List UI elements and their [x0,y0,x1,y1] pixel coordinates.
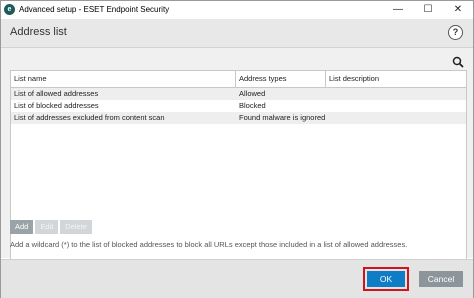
add-button[interactable]: Add [10,220,34,234]
minimize-button[interactable]: — [383,1,413,19]
dialog-footer: OK Cancel [1,259,473,298]
edit-button[interactable]: Edit [35,220,59,234]
cell-address-type: Blocked [239,101,266,110]
cancel-button[interactable]: Cancel [419,271,463,287]
table-row[interactable]: List of blocked addresses Blocked [11,100,466,112]
cell-list-name: List of addresses excluded from content … [14,113,165,122]
page-header: Address list ? [1,19,473,48]
advanced-setup-window: e Advanced setup - ESET Endpoint Securit… [0,0,474,298]
column-header-list-name[interactable]: List name [11,71,236,87]
page-title: Address list [10,26,67,38]
search-icon[interactable] [452,56,464,68]
window-title: Advanced setup - ESET Endpoint Security [19,5,170,14]
maximize-button[interactable]: ☐ [413,1,443,19]
cell-address-type: Found malware is ignored [239,113,326,122]
ok-button[interactable]: OK [367,271,405,287]
list-actions: Add Edit Delete [10,220,94,234]
cell-list-name: List of blocked addresses [14,101,99,110]
table-row[interactable]: List of allowed addresses Allowed [11,88,466,100]
cell-address-type: Allowed [239,89,266,98]
table-row[interactable]: List of addresses excluded from content … [11,112,466,124]
delete-button[interactable]: Delete [60,220,92,234]
eset-logo-icon: e [4,4,15,15]
wildcard-hint: Add a wildcard (*) to the list of blocke… [10,240,408,249]
column-header-list-description[interactable]: List description [326,71,466,87]
column-header-address-types[interactable]: Address types [236,71,326,87]
table-header: List name Address types List description [11,71,466,88]
cell-list-name: List of allowed addresses [14,89,99,98]
title-bar: e Advanced setup - ESET Endpoint Securit… [1,1,473,19]
close-button[interactable]: ✕ [443,1,473,19]
content-area: List name Address types List description… [1,48,473,260]
help-icon[interactable]: ? [448,25,463,40]
